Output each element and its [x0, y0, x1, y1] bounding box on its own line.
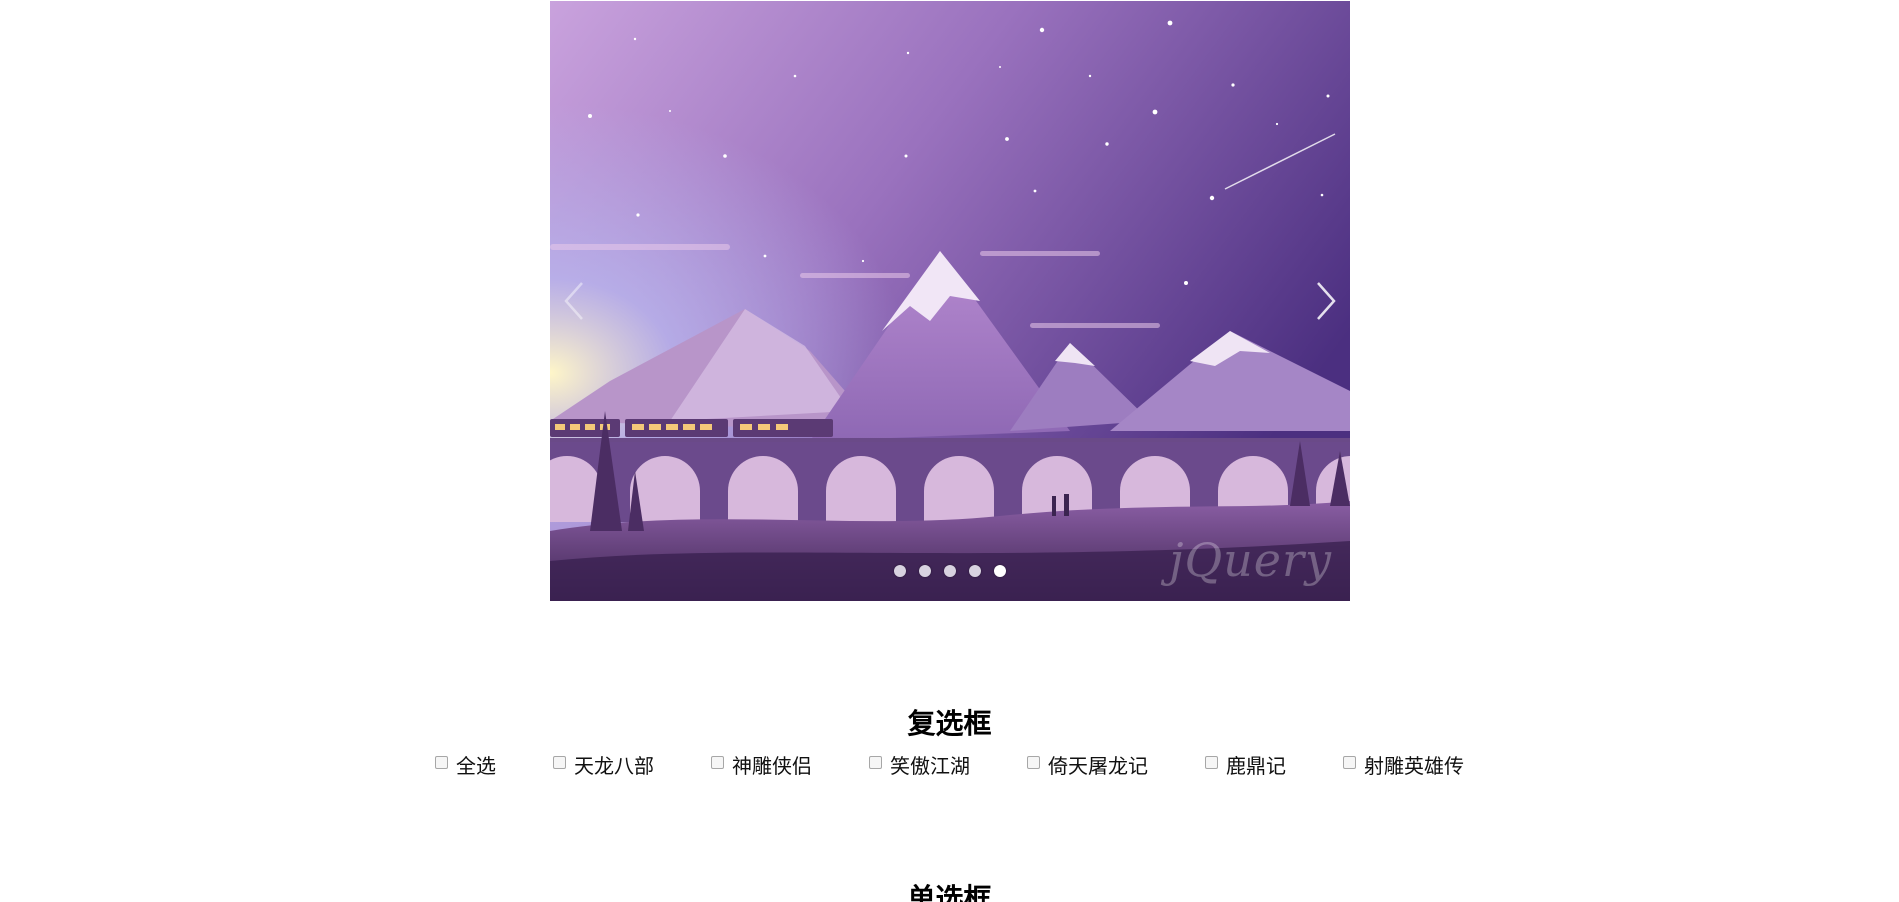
carousel-dot-active[interactable] — [994, 565, 1006, 577]
checkbox-option[interactable]: 鹿鼎记 — [1205, 751, 1286, 778]
checkbox-label: 射雕英雄传 — [1364, 753, 1464, 778]
checkbox-section-title: 复选框 — [907, 707, 992, 740]
next-slide-arrow-icon[interactable] — [1312, 279, 1340, 323]
checkbox-option[interactable]: 天龙八部 — [553, 751, 654, 778]
carousel-dot[interactable] — [894, 565, 906, 577]
checkbox-input[interactable] — [553, 755, 566, 769]
previous-slide-arrow-icon[interactable] — [560, 279, 588, 323]
page: jQuery 复选框 全选 天龙八部 神雕侠侣 笑傲江湖 倚天屠龙记 鹿鼎记 射… — [0, 0, 1899, 902]
checkbox-option[interactable]: 射雕英雄传 — [1343, 751, 1464, 778]
checkbox-label: 天龙八部 — [574, 753, 654, 778]
image-carousel: jQuery — [550, 1, 1350, 601]
checkbox-input[interactable] — [1205, 755, 1218, 769]
carousel-dot[interactable] — [969, 565, 981, 577]
checkbox-label: 倚天屠龙记 — [1048, 753, 1148, 778]
carousel-slide-image — [550, 1, 1350, 601]
checkbox-input[interactable] — [869, 755, 882, 769]
checkbox-select-all[interactable]: 全选 — [435, 751, 496, 778]
radio-section-title: 单选框 — [907, 882, 992, 902]
checkbox-group: 全选 天龙八部 神雕侠侣 笑傲江湖 倚天屠龙记 鹿鼎记 射雕英雄传 — [0, 751, 1899, 778]
checkbox-input[interactable] — [435, 755, 448, 769]
checkbox-label: 笑傲江湖 — [890, 753, 970, 778]
checkbox-label: 鹿鼎记 — [1226, 753, 1286, 778]
checkbox-option[interactable]: 笑傲江湖 — [869, 751, 970, 778]
checkbox-input[interactable] — [1343, 755, 1356, 769]
checkbox-input[interactable] — [1027, 755, 1040, 769]
checkbox-label: 神雕侠侣 — [732, 753, 812, 778]
carousel-pagination — [550, 565, 1350, 577]
carousel-dot[interactable] — [919, 565, 931, 577]
checkbox-input[interactable] — [711, 755, 724, 769]
checkbox-label: 全选 — [456, 753, 496, 778]
jquery-watermark-logo: jQuery — [1169, 533, 1332, 587]
carousel-dot[interactable] — [944, 565, 956, 577]
checkbox-option[interactable]: 倚天屠龙记 — [1027, 751, 1148, 778]
checkbox-option[interactable]: 神雕侠侣 — [711, 751, 812, 778]
